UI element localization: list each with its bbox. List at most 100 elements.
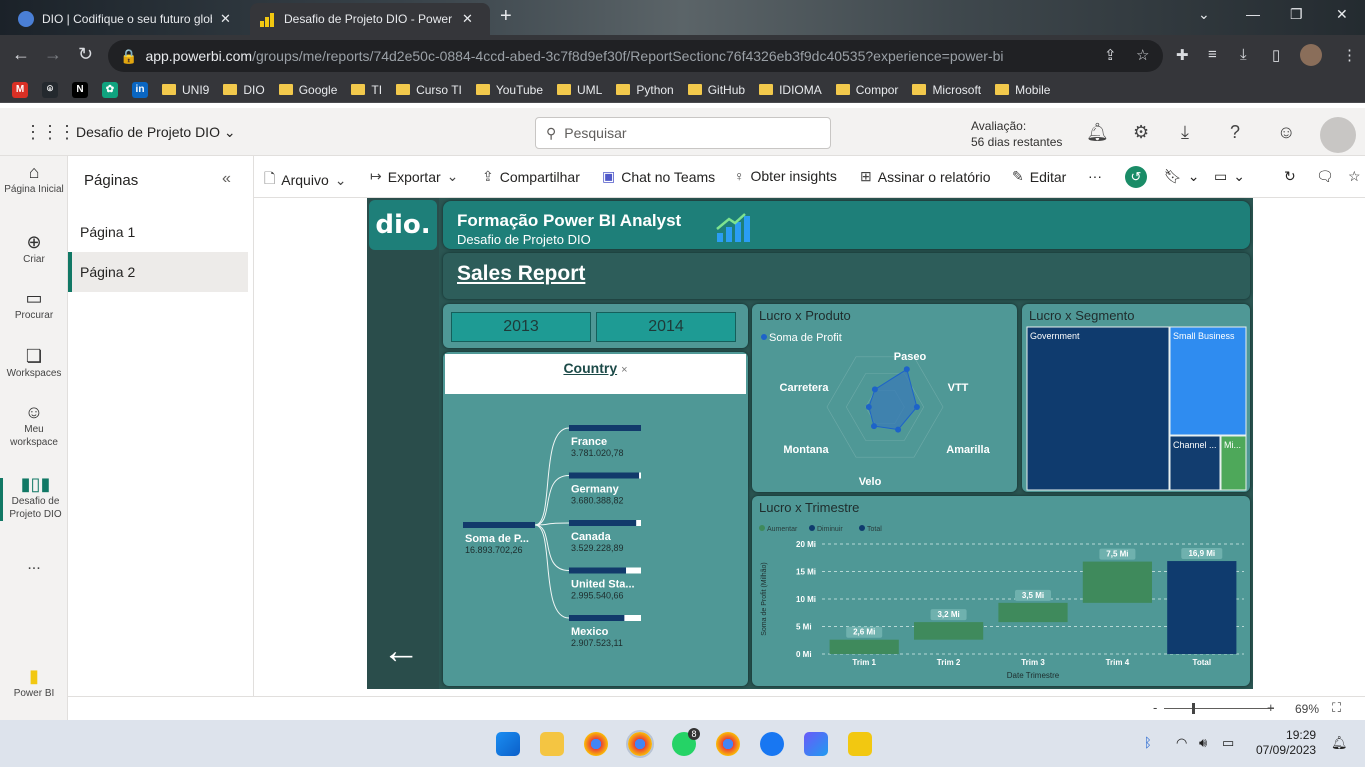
file-menu[interactable]: 🗋 Arquivo ⌄	[264, 168, 346, 192]
fit-page-icon[interactable]: ⛶	[1332, 700, 1341, 716]
favorite-star-icon[interactable]: ☆	[1348, 168, 1361, 185]
x-tick-label: Total	[1193, 658, 1212, 667]
back-arrow-icon[interactable]: ←	[382, 630, 420, 673]
extensions-icon[interactable]: ✚	[1176, 46, 1189, 64]
side-panel-icon[interactable]: ▯	[1272, 46, 1280, 64]
bookmark-folder[interactable]: Google	[278, 83, 337, 97]
tab-title: DIO | Codifique o seu futuro glob	[42, 12, 212, 26]
chevron-down-icon: ⌄	[1187, 168, 1200, 184]
bluetooth-icon[interactable]: ᛒ	[1144, 735, 1152, 750]
tab-search-chevron-icon[interactable]: ⌄	[1198, 6, 1210, 23]
restore-icon[interactable]: ❐	[1290, 6, 1303, 23]
copilot-icon[interactable]	[804, 732, 828, 756]
zoom-slider-thumb[interactable]	[1192, 703, 1195, 714]
help-icon[interactable]: ?	[1230, 122, 1240, 143]
settings-icon[interactable]: ⚙	[1133, 122, 1149, 143]
notion-icon[interactable]: N	[72, 81, 88, 98]
notifications-icon[interactable]: 🔔︎	[1086, 122, 1109, 143]
year-2014-button[interactable]: 2014	[596, 312, 736, 342]
browser-tab-dio[interactable]: DIO | Codifique o seu futuro glob ✕	[8, 3, 248, 35]
download-icon[interactable]: ⤓	[1181, 122, 1189, 143]
app-launcher-icon[interactable]: ⋮⋮⋮	[24, 122, 76, 143]
github-icon[interactable]: ⌾	[42, 81, 58, 98]
refresh-icon[interactable]: ↻	[1284, 168, 1296, 185]
system-clock[interactable]: 19:29 07/09/2023	[1256, 728, 1316, 758]
bookmark-folder[interactable]: Compor	[835, 83, 898, 97]
treemap-tile	[1169, 326, 1247, 436]
nav-create[interactable]: ⊕ Criar	[0, 233, 68, 266]
gmail-icon[interactable]: M	[12, 81, 28, 98]
comment-icon[interactable]: 🗨︎	[1316, 168, 1334, 185]
back-icon[interactable]: ←	[12, 44, 30, 65]
browser-menu-icon[interactable]: ⋮	[1342, 46, 1357, 64]
get-insights-button[interactable]: ♀ Obter insights	[734, 168, 837, 184]
battery-icon[interactable]: ▭	[1222, 735, 1234, 751]
volume-icon[interactable]: 🔊︎	[1199, 735, 1207, 751]
bookmark-folder[interactable]: TI	[351, 83, 382, 97]
messenger-icon[interactable]	[760, 732, 784, 756]
chrome-icon[interactable]	[584, 732, 608, 756]
bookmark-star-icon[interactable]: ☆	[1136, 46, 1149, 64]
workspace-selector[interactable]: Desafio de Projeto DIO ⌄	[76, 124, 236, 141]
address-bar[interactable]: 🔒 app.powerbi.com/groups/me/reports/74d2…	[108, 40, 1163, 72]
nav-current-report[interactable]: ▮▯▮ Desafio de Projeto DIO	[0, 475, 68, 521]
bookmark-folder[interactable]: UNI9	[162, 83, 209, 97]
nav-more[interactable]: ...	[0, 557, 68, 573]
close-window-icon[interactable]: ✕	[1336, 6, 1348, 23]
bookmark-folder[interactable]: Curso TI	[396, 83, 462, 97]
search-input[interactable]: ⚲ Pesquisar	[535, 117, 831, 149]
account-avatar[interactable]	[1320, 117, 1356, 153]
nav-home[interactable]: ⌂ Página Inicial	[0, 163, 68, 196]
page-tab-2[interactable]: Página 2	[68, 252, 248, 292]
bookmark-folder[interactable]: IDIOMA	[759, 83, 822, 97]
subscribe-button[interactable]: ⊞ Assinar o relatório	[860, 168, 991, 185]
file-explorer-icon[interactable]	[540, 732, 564, 756]
chatgpt-icon[interactable]: ✿	[102, 81, 118, 98]
notification-bell-icon[interactable]: 🔔︎	[1331, 735, 1348, 751]
chrome-alt-icon[interactable]	[716, 732, 740, 756]
chrome-profile-icon[interactable]	[626, 730, 654, 758]
year-2013-button[interactable]: 2013	[451, 312, 591, 342]
wifi-icon[interactable]: ◠	[1176, 735, 1187, 751]
bookmark-folder[interactable]: Python	[616, 83, 674, 97]
zoom-in-icon[interactable]: +	[1267, 700, 1275, 715]
bookmark-folder[interactable]: DIO	[223, 83, 265, 97]
download-icon[interactable]: ⤓	[1240, 46, 1247, 63]
nav-my-workspace[interactable]: ☺ Meu workspace	[0, 403, 68, 449]
page-tab-1[interactable]: Página 1	[68, 212, 248, 252]
feedback-icon[interactable]: ☺	[1277, 122, 1295, 143]
edit-button[interactable]: ✎ Editar	[1012, 168, 1066, 185]
reset-icon[interactable]: ↺	[1125, 166, 1147, 188]
media-icon[interactable]: ≡	[1208, 46, 1217, 63]
share-page-icon[interactable]: ⇪	[1104, 46, 1117, 64]
browser-tab-powerbi[interactable]: Desafio de Projeto DIO - Power BI ✕	[250, 3, 490, 35]
nav-powerbi[interactable]: ▮ Power BI	[0, 667, 68, 700]
bookmark-folder[interactable]: GitHub	[687, 83, 745, 97]
minimize-icon[interactable]: —	[1246, 6, 1260, 22]
export-menu[interactable]: ↦ Exportar ⌄	[370, 168, 458, 185]
new-tab-icon[interactable]: +	[500, 6, 512, 26]
bookmark-folder[interactable]: Microsoft	[912, 83, 981, 97]
collapse-pane-icon[interactable]: «	[222, 170, 231, 188]
browser-profile-avatar[interactable]	[1300, 44, 1322, 66]
bookmark-folder[interactable]: UML	[557, 83, 602, 97]
bookmark-folder[interactable]: Mobile	[995, 83, 1050, 97]
close-tab-icon[interactable]: ✕	[462, 11, 473, 27]
view-icon[interactable]: ▭ ⌄	[1214, 168, 1245, 185]
forward-icon[interactable]: →	[44, 44, 62, 65]
powerbi-taskbar-icon[interactable]	[848, 732, 872, 756]
zoom-out-icon[interactable]: -	[1153, 700, 1157, 715]
nav-browse[interactable]: ▭ Procurar	[0, 289, 68, 322]
nav-workspaces[interactable]: ❏ Workspaces	[0, 347, 68, 380]
zoom-slider[interactable]	[1164, 708, 1274, 709]
bookmark-folder[interactable]: YouTube	[475, 83, 543, 97]
linkedin-icon[interactable]: in	[132, 81, 148, 98]
close-tab-icon[interactable]: ✕	[220, 11, 231, 27]
trial-status[interactable]: Avaliação: 56 dias restantes	[971, 118, 1062, 150]
bookmark-icon[interactable]: 🔖︎ ⌄	[1164, 168, 1200, 185]
more-options-button[interactable]: ···	[1088, 168, 1102, 184]
windows-start-icon[interactable]	[496, 732, 520, 756]
share-button[interactable]: ⇪ Compartilhar	[482, 168, 580, 185]
chat-teams-button[interactable]: ▣ Chat no Teams	[602, 168, 715, 185]
reload-icon[interactable]: ↻	[78, 44, 93, 65]
